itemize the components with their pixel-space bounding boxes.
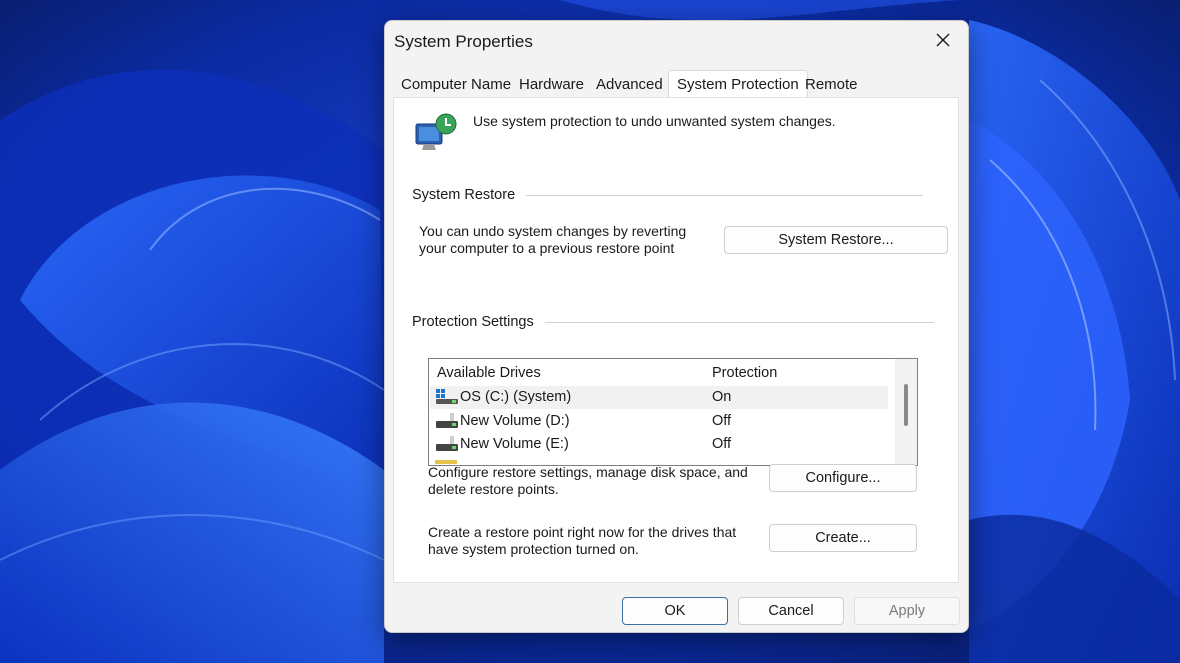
dialog-title: System Properties — [394, 32, 533, 51]
create-button[interactable]: Create... — [769, 524, 917, 552]
drive-name: New Volume (E:) — [460, 436, 569, 452]
system-restore-divider — [526, 195, 923, 196]
drive-row-c[interactable]: OS (C:) (System) On — [430, 386, 888, 409]
tab-advanced[interactable]: Advanced — [596, 76, 663, 93]
drives-list-scrollbar[interactable] — [895, 359, 917, 465]
tab-computer-name[interactable]: Computer Name — [401, 76, 511, 93]
scrollbar-thumb[interactable] — [904, 384, 908, 426]
configure-description: Configure restore settings, manage disk … — [428, 464, 748, 497]
system-restore-button[interactable]: System Restore... — [724, 226, 948, 254]
cancel-button[interactable]: Cancel — [738, 597, 844, 625]
protection-settings-divider — [545, 322, 934, 323]
tab-system-protection[interactable]: System Protection — [668, 70, 808, 99]
close-button[interactable] — [926, 25, 960, 55]
drive-icon — [436, 436, 458, 451]
protection-settings-group-label: Protection Settings — [412, 314, 534, 330]
close-icon — [936, 33, 950, 47]
apply-button[interactable]: Apply — [854, 597, 960, 625]
drive-row-e[interactable]: New Volume (E:) Off — [430, 433, 888, 456]
drive-row-d[interactable]: New Volume (D:) Off — [430, 410, 888, 433]
system-restore-group-label: System Restore — [412, 187, 516, 203]
drive-protection: Off — [712, 436, 732, 452]
tab-hardware[interactable]: Hardware — [519, 76, 584, 93]
system-restore-description: You can undo system changes by reverting… — [419, 223, 687, 256]
drive-protection: Off — [712, 413, 732, 429]
drives-list[interactable]: Available Drives Protection OS (C:) (Sys… — [428, 358, 918, 466]
column-header-drives[interactable]: Available Drives — [437, 365, 541, 381]
create-description: Create a restore point right now for the… — [428, 524, 737, 557]
system-properties-dialog: System Properties Computer Name Hardware… — [384, 20, 969, 633]
tab-panel: Use system protection to undo unwanted s… — [393, 97, 959, 583]
drive-protection: On — [712, 389, 732, 405]
drive-name: New Volume (D:) — [460, 413, 570, 429]
ok-button[interactable]: OK — [622, 597, 728, 625]
configure-button[interactable]: Configure... — [769, 464, 917, 492]
drive-name: OS (C:) (System) — [460, 389, 572, 405]
drive-icon — [436, 413, 458, 428]
column-header-protection[interactable]: Protection — [712, 365, 777, 381]
system-drive-icon — [436, 389, 458, 404]
tab-bar: Computer Name Hardware Advanced System P… — [393, 70, 960, 99]
header-text: Use system protection to undo unwanted s… — [473, 113, 836, 129]
system-protection-icon — [415, 113, 457, 150]
tab-remote[interactable]: Remote — [805, 76, 858, 93]
